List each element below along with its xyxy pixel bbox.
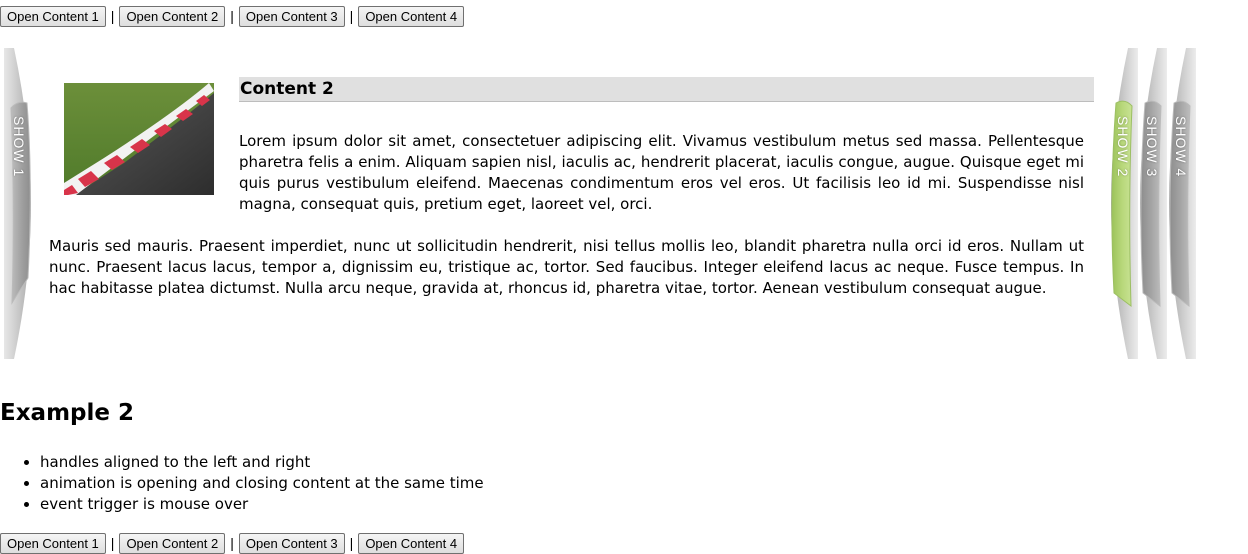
separator: |: [230, 8, 234, 24]
list-item: event trigger is mouse over: [40, 494, 484, 515]
tab-show-3-label: SHOW 3: [1144, 116, 1160, 178]
list-item: handles aligned to the left and right: [40, 452, 484, 473]
open-content-1-button[interactable]: Open Content 1: [0, 5, 106, 27]
open-content-2-button[interactable]: Open Content 2: [119, 5, 226, 27]
open-content-1-button[interactable]: Open Content 1: [0, 532, 106, 554]
tab-show-2-label: SHOW 2: [1115, 116, 1131, 178]
race-track-curb-image: [64, 83, 214, 195]
bottom-button-row: Open Content 1 | Open Content 2 | Open C…: [0, 532, 465, 554]
list-item: animation is opening and closing content…: [40, 473, 484, 494]
tab-show-3[interactable]: SHOW 3: [1137, 48, 1167, 359]
content-paragraph-1: Lorem ipsum dolor sit amet, consectetuer…: [239, 132, 1084, 213]
tab-show-1[interactable]: SHOW 1: [4, 48, 34, 359]
open-content-2-button[interactable]: Open Content 2: [119, 532, 226, 554]
separator: |: [349, 8, 354, 24]
separator: |: [110, 535, 115, 551]
separator: |: [230, 535, 234, 551]
open-content-4-button[interactable]: Open Content 4: [358, 532, 465, 554]
open-content-3-button[interactable]: Open Content 3: [238, 532, 345, 554]
open-content-4-button[interactable]: Open Content 4: [358, 5, 465, 27]
separator: |: [110, 8, 115, 24]
open-content-3-button[interactable]: Open Content 3: [238, 5, 345, 27]
separator: |: [349, 535, 354, 551]
tab-show-2[interactable]: SHOW 2: [1108, 48, 1138, 359]
tab-show-4[interactable]: SHOW 4: [1166, 48, 1196, 359]
section-heading: Example 2: [0, 400, 134, 426]
tab-show-4-label: SHOW 4: [1173, 116, 1189, 178]
content-paragraph-2: Mauris sed mauris. Praesent imperdiet, n…: [49, 237, 1084, 297]
tab-show-1-label: SHOW 1: [11, 116, 27, 178]
top-button-row: Open Content 1 | Open Content 2 | Open C…: [0, 5, 465, 27]
feature-list: handles aligned to the left and right an…: [0, 452, 484, 515]
content-title: Content 2: [239, 77, 1094, 102]
